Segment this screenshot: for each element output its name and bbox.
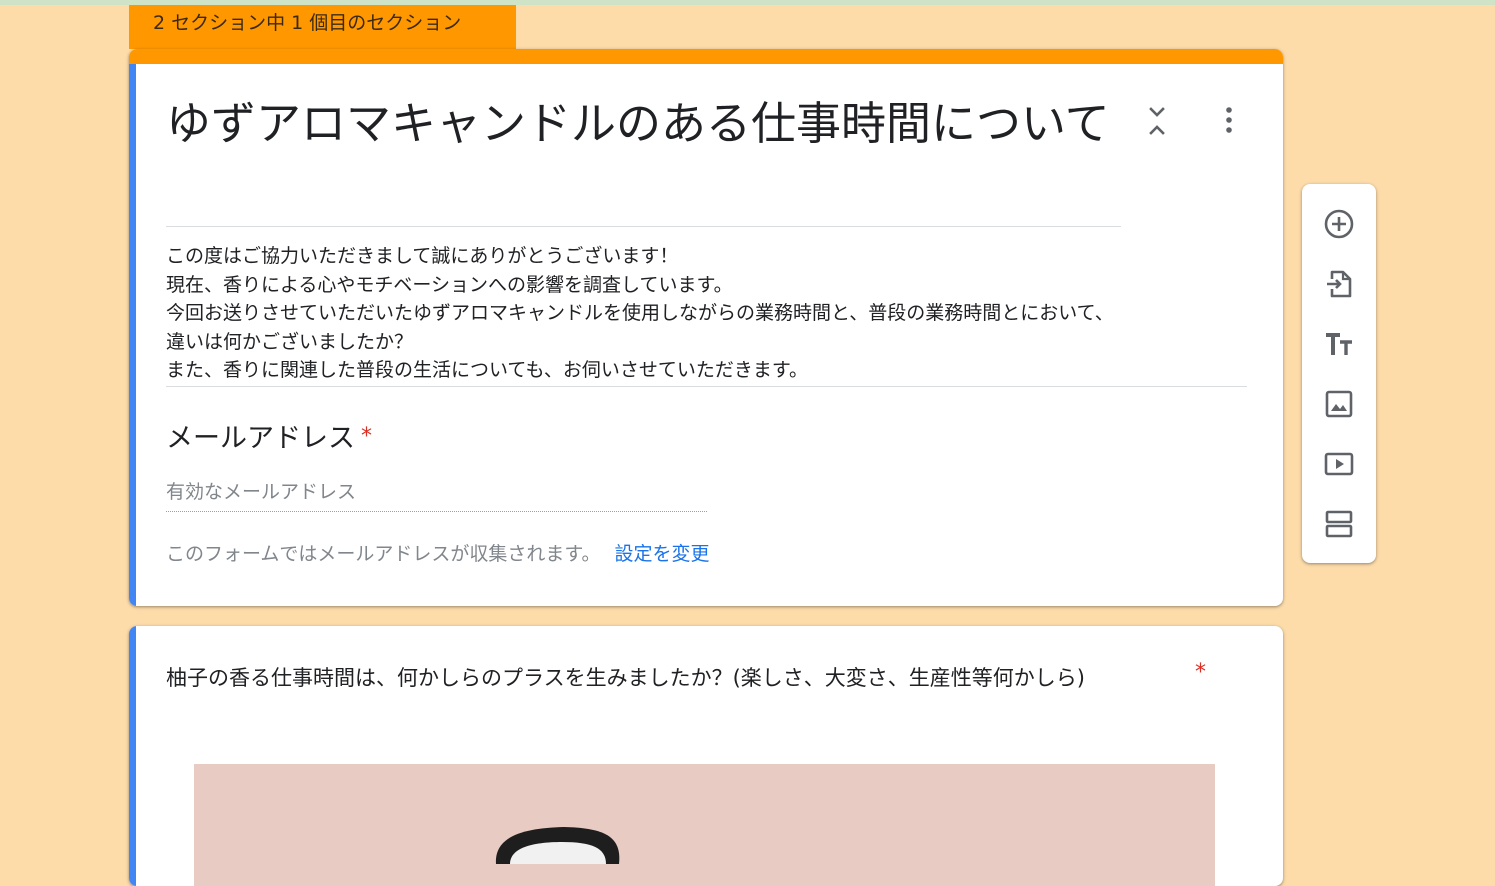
floating-toolbar [1302,184,1376,563]
email-question-title: メールアドレス [166,423,355,454]
form-header-card[interactable]: ゆずアロマキャンドルのある仕事時間について この度はご協力いただきまして誠にあり… [129,49,1283,606]
section-indicator-tab: 2 セクション中 1 個目のセクション [129,5,516,49]
candle-photo [194,764,1215,886]
form-title-underline [166,226,1121,227]
email-field[interactable] [166,473,707,512]
active-card-indicator [129,626,136,886]
form-description-underline [166,386,1247,387]
email-collection-text: このフォームではメールアドレスが収集されます。 [166,543,601,565]
add-question-icon [1324,209,1354,239]
email-question-label: メールアドレス * [166,416,372,455]
active-card-indicator [129,64,136,606]
change-settings-link[interactable]: 設定を変更 [615,543,710,565]
email-collection-note: このフォームではメールアドレスが収集されます。 設定を変更 [166,539,710,566]
add-video-button[interactable] [1321,446,1357,482]
form-description-line: また、香りに関連した普段の生活についても、お伺いさせていただきます。 [166,359,809,381]
theme-color-bar [129,49,1283,64]
add-image-icon [1325,390,1353,418]
required-asterisk: * [361,424,372,449]
form-description-line: 現在、香りによる心やモチベーションへの影響を調査しています。 [166,273,733,296]
add-question-button[interactable] [1321,206,1357,242]
form-title[interactable]: ゆずアロマキャンドルのある仕事時間について [166,93,1120,155]
form-description-line: 違いは何かございましたか？ [166,330,414,353]
section-indicator-label: 2 セクション中 1 個目のセクション [153,12,462,34]
form-description-line: 今回お送りさせていただいたゆずアロマキャンドルを使用しながらの業務時間と、普段の… [166,302,1114,324]
add-title-icon [1326,333,1352,355]
add-video-icon [1324,452,1354,476]
question-card[interactable]: 柚子の香る仕事時間は、何かしらのプラスを生みましたか？(楽しさ、大変さ、生産性等… [129,626,1283,886]
question-title[interactable]: 柚子の香る仕事時間は、何かしらのプラスを生みましたか？(楽しさ、大変さ、生産性等… [166,660,1166,696]
more-options-icon[interactable] [1217,105,1241,137]
add-section-button[interactable] [1321,506,1357,542]
add-section-icon [1325,510,1353,538]
add-title-button[interactable] [1321,326,1357,362]
import-questions-button[interactable] [1321,266,1357,302]
collapse-section-icon[interactable] [1145,105,1169,137]
form-description[interactable]: この度はご協力いただきまして誠にありがとうございます！ 現在、香りによる心やモチ… [166,242,1246,385]
add-image-button[interactable] [1321,386,1357,422]
import-questions-icon [1327,270,1352,298]
question-image[interactable] [194,764,1215,886]
required-asterisk: * [1195,660,1206,685]
form-description-line: この度はご協力いただきまして誠にありがとうございます！ [166,245,679,267]
